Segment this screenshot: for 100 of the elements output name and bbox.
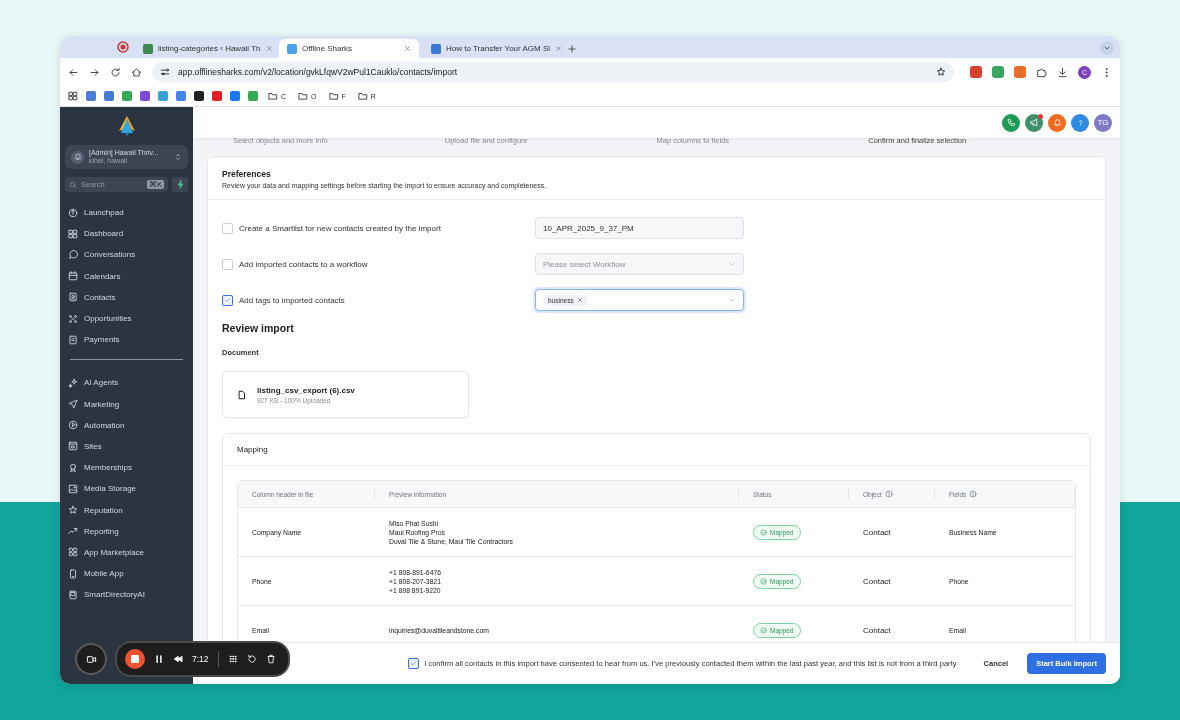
lightning-icon [175,180,185,189]
forward-icon [89,66,100,78]
search-icon [69,180,77,189]
table-cell: Contact [863,527,891,537]
info-icon [969,490,978,498]
checkbox[interactable] [222,294,233,306]
star-icon [936,67,946,77]
rocket-icon [68,207,78,218]
play-circle-icon [68,420,78,431]
sidebar-item[interactable]: Dashboard [65,223,188,245]
apps-grid-icon [68,91,78,101]
chat-bubble-icon [68,249,78,260]
image-icon [68,483,78,494]
browser-tab[interactable]: listing-categories ‹ Hawaii Th [135,39,275,58]
sparkle-icon [68,377,78,388]
calendar-icon [68,271,78,282]
back-icon [68,66,79,78]
sidebar-item[interactable]: Sites [65,435,188,458]
pipeline-icon [68,313,78,324]
option-label: Add tags to imported contacts [239,295,345,305]
check-icon [410,660,418,667]
help-button[interactable] [1071,113,1089,132]
bell-icon [1052,118,1062,127]
sidebar-item[interactable]: Opportunities [65,307,188,330]
browser-tab[interactable]: How to Transfer Your AGM Si [423,39,563,58]
paper-plane-icon [68,399,78,410]
chevron-up-down-icon [174,153,182,161]
chevron-down-icon [1103,44,1111,52]
sidebar-item[interactable]: Marketing [65,393,188,415]
section-title: Preferences [222,169,272,179]
file-name: listing_csv_export (6).csv [257,385,355,395]
address-bar[interactable]: app.offlinesharks.com/v2/location/gvkLfqwV2wPul1Cauklo/contacts/import [152,62,954,82]
contact-book-icon [68,292,78,303]
recording-time: 7:12 [192,654,209,664]
check-circle-icon [760,528,767,536]
chevron-down-icon [728,260,736,268]
sidebar-item[interactable]: Automation [65,414,188,436]
chevron-down-icon [728,296,736,304]
file-icon [237,389,247,400]
sidebar-item[interactable]: Calendars [65,265,188,287]
smartlist-name-field[interactable]: 10_APR_2025_9_37_PM [535,217,744,239]
table-cell: Contact [863,576,891,586]
browser-tab[interactable]: Offline Sharks [279,39,419,58]
close-icon [576,297,583,303]
sidebar-item[interactable]: Memberships [65,457,188,479]
trash-icon [265,654,276,664]
sidebar-item[interactable]: Conversations [65,244,188,266]
announcement-button[interactable] [1025,113,1043,132]
sidebar-item[interactable]: AI Agents [65,372,188,394]
sidebar-item[interactable]: Reputation [65,499,188,521]
stop-button[interactable] [125,649,145,669]
notifications-button[interactable] [1048,113,1066,132]
stop-icon [131,655,139,663]
sidebar-item[interactable]: Media Storage [65,478,188,500]
restart-icon [246,654,257,664]
sidebar-item[interactable]: Launchpad [65,202,188,224]
extension-icon[interactable] [1014,66,1026,78]
checkbox[interactable] [408,658,420,669]
tab-search-button[interactable] [1100,41,1114,55]
check-circle-icon [760,626,767,634]
site-settings-icon [160,67,170,77]
book-icon [68,589,78,600]
award-icon [68,462,78,473]
sidebar-item[interactable]: Contacts [65,286,188,308]
star-icon [68,505,78,516]
apps-icon [68,547,78,558]
building-icon [73,153,82,161]
close-icon [555,45,563,52]
record-icon[interactable] [115,39,131,55]
trend-icon [68,526,78,537]
sidebar-item[interactable]: Mobile App [65,563,188,585]
home-icon [131,66,142,78]
receipt-icon [68,334,78,345]
video-camera-icon [85,653,97,665]
sidebar-item[interactable]: SmartDirectoryAI [65,584,188,606]
phone-button[interactable] [1002,113,1020,132]
extension-icon[interactable] [970,66,982,78]
table-cell: Contact [863,625,891,635]
section-heading: Review import [222,322,295,334]
extension-icon[interactable] [992,66,1004,78]
rewind-icon [173,654,183,664]
phone-icon [68,568,78,579]
dots-grid-icon [227,654,238,664]
phone-icon [1006,118,1016,127]
browser-page-icon [68,441,78,452]
check-icon [224,296,231,304]
panel-title: Mapping [237,445,268,454]
option-label: Create a Smartlist for new contacts created by the import [239,223,441,233]
folder-icon [328,91,339,101]
info-icon [884,490,893,498]
megaphone-icon [1029,118,1039,127]
folder-icon [268,91,278,101]
sidebar-item[interactable]: App Marketplace [65,541,188,563]
quick-action-button[interactable] [172,177,188,192]
close-icon [404,45,411,52]
check-circle-icon [760,577,767,585]
user-avatar[interactable]: TG [1094,113,1112,132]
sidebar-item[interactable]: Payments [65,329,188,351]
sidebar-item[interactable]: Reporting [65,520,188,542]
new-tab-icon [567,44,577,54]
